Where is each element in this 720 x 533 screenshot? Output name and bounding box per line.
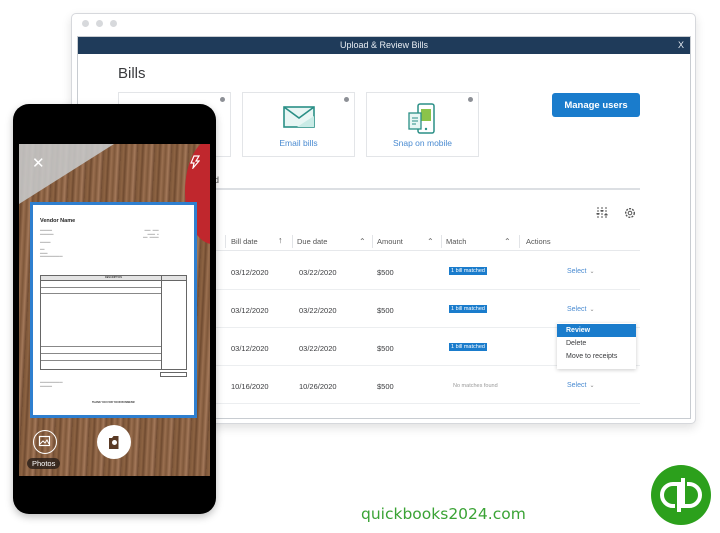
amount: $500 [377,306,394,315]
menu-item-delete[interactable]: Delete [557,337,636,350]
close-button[interactable]: X [678,37,684,54]
photos-label: Photos [27,458,61,469]
email-bills-card[interactable]: Email bills [242,92,355,157]
match-badge[interactable]: 1 bill matched [449,267,487,275]
amount: $500 [377,382,394,391]
due-date: 03/22/2020 [299,268,337,277]
quickbooks-logo [651,465,711,525]
chevron-down-icon: ⌄ [589,383,595,389]
amount: $500 [377,268,394,277]
amount: $500 [377,344,394,353]
bill-date: 03/12/2020 [231,306,269,315]
envelope-icon [282,106,315,128]
modal-title-bar: Upload & Review Bills X [78,37,690,54]
camera-icon [109,436,119,449]
camera-shutter-button[interactable] [97,425,131,459]
scanned-bill-document: Vendor Name ━━━━━━━━ ━━━━━━━━━ ━━━━ ━━━━ ━… [30,202,197,418]
sort-ascending-icon[interactable]: ↑ [278,235,283,245]
action-menu: Review Delete Move to receipts [557,323,636,369]
window-dot-minimize[interactable] [96,20,103,27]
flash-icon[interactable] [190,155,200,169]
menu-item-move-to-receipts[interactable]: Move to receipts [557,350,636,363]
match-badge[interactable]: 1 bill matched [449,305,487,313]
document-vendor-name: Vendor Name [40,218,76,224]
column-header-amount[interactable]: Amount [377,237,403,246]
due-date: 10/26/2020 [299,382,337,391]
menu-item-review[interactable]: Review [557,324,636,337]
document-thanks: THANK YOU FOR YOUR BUSINESS! [92,401,135,404]
card-label: Snap on mobile [392,138,453,148]
page-title: Bills [118,65,146,82]
card-label: Email bills [279,138,318,148]
chevron-down-icon: ⌄ [589,269,595,275]
table-tools [596,207,636,219]
quickbooks-logo-icon [660,478,702,512]
column-header-bill-date[interactable]: Bill date [231,237,258,246]
bill-date: 03/12/2020 [231,268,269,277]
bill-date: 10/16/2020 [231,382,269,391]
due-date: 03/22/2020 [299,344,337,353]
window-controls [82,20,117,27]
bill-date: 03/12/2020 [231,344,269,353]
mobile-phone: ✕ Vendor Name ━━━━━━━━ ━━━━━━━━━ ━━━━ ━━━… [13,104,216,514]
settings-gear-icon[interactable] [624,207,636,219]
select-action-dropdown[interactable]: Select ⌄ [567,382,595,389]
photos-button[interactable] [33,430,57,454]
close-icon[interactable]: ✕ [32,154,45,172]
help-icon[interactable] [344,97,349,102]
select-action-dropdown[interactable]: Select ⌄ [567,268,595,275]
help-icon[interactable] [468,97,473,102]
window-dot-close[interactable] [82,20,89,27]
image-gallery-icon [38,435,51,447]
column-header-match[interactable]: Match [446,237,466,246]
no-match-status: No matches found [453,383,498,389]
window-dot-maximize[interactable] [110,20,117,27]
help-icon[interactable] [220,97,225,102]
modal-title: Upload & Review Bills [339,40,429,50]
due-date: 03/22/2020 [299,306,337,315]
chevron-down-icon: ⌄ [589,307,595,313]
website-url[interactable]: quickbooks2024.com [361,505,526,523]
document-total [160,372,187,377]
snap-on-mobile-card[interactable]: Snap on mobile [366,92,479,157]
match-badge[interactable]: 1 bill matched [449,343,487,351]
filter-sliders-icon[interactable] [596,207,608,219]
select-action-dropdown[interactable]: Select ⌄ [567,306,595,313]
document-line-items: DESCRIPTION [40,275,187,370]
camera-screen: ✕ Vendor Name ━━━━━━━━ ━━━━━━━━━ ━━━━ ━━━… [19,144,210,476]
mobile-receipt-icon [407,103,435,134]
column-header-actions: Actions [526,237,551,246]
column-header-due-date[interactable]: Due date [297,237,327,246]
manage-users-button[interactable]: Manage users [552,93,640,117]
